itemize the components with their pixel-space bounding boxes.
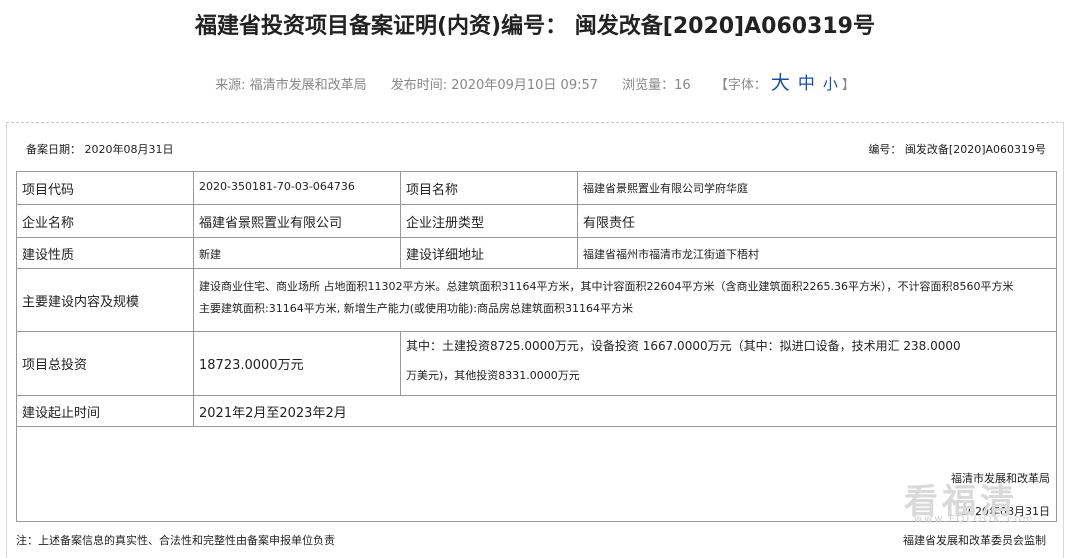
cell-label: 建设起止时间	[16, 395, 194, 427]
table-row: 企业名称 福建省景熙置业有限公司 企业注册类型 有限责任	[16, 204, 1057, 238]
investment-detail-2: 万美元)，其他投资8331.0000万元	[406, 369, 580, 382]
cell-label: 建设性质	[16, 237, 194, 269]
table-row: 建设起止时间 2021年2月至2023年2月	[16, 395, 1057, 427]
cell-value: 福建省景熙置业有限公司学府华庭	[577, 171, 1057, 205]
cell-label: 项目代码	[16, 171, 194, 205]
view-count: 浏览量：16	[622, 78, 691, 93]
font-small-link[interactable]: 小	[823, 75, 838, 93]
cell-value: 2021年2月至2023年2月	[193, 395, 1057, 427]
table-row: 项目代码 2020-350181-70-03-064736 项目名称 福建省景熙…	[16, 171, 1057, 205]
cell-label: 项目名称	[400, 171, 578, 205]
cell-value: 福建省福州市福清市龙江街道下梧村	[577, 237, 1057, 269]
cell-value: 新建	[193, 237, 401, 269]
article-meta: 来源: 福清市发展和改革局 发布时间: 2020年09月10日 09:57 浏览…	[0, 68, 1070, 95]
font-switch-label: 【字体：	[714, 78, 767, 93]
table-row: 建设性质 新建 建设详细地址 福建省福州市福清市龙江街道下梧村	[16, 237, 1057, 269]
page-title: 福建省投资项目备案证明(内资)编号： 闽发改备[2020]A060319号	[195, 14, 875, 39]
scope-line-2: 主要建筑面积:31164平方米, 新增生产能力(或使用功能):商品房总建筑面积3…	[199, 302, 633, 315]
cell-value: 有限责任	[577, 204, 1057, 238]
cell-value: 福建省景熙置业有限公司	[193, 204, 401, 238]
publish-time: 发布时间: 2020年09月10日 09:57	[390, 78, 599, 93]
divider	[6, 122, 1064, 123]
cell-label: 项目总投资	[16, 331, 194, 396]
signature-cell	[16, 426, 1057, 522]
record-date: 备案日期： 2020年08月31日	[26, 143, 174, 156]
cell-value: 18723.0000万元	[193, 331, 401, 396]
watermark-logo: 看福清 www.FQLOOK.com	[904, 474, 1054, 526]
table-row-signature	[16, 426, 1057, 522]
supervisor-text: 福建省发展和改革委员会监制	[903, 534, 1046, 547]
font-big-link[interactable]: 大	[771, 72, 790, 94]
font-size-switcher: 【字体： 大中小】	[714, 72, 855, 94]
cell-label: 主要建设内容及规模	[16, 268, 194, 332]
table-row: 主要建设内容及规模 建设商业住宅、商业场所 占地面积11302平方米。总建筑面积…	[16, 268, 1057, 332]
cell-label: 企业名称	[16, 204, 194, 238]
investment-detail-1: 其中：土建投资8725.0000万元，设备投资 1667.0000万元（其中：拟…	[406, 339, 961, 353]
watermark-url: www.FQLOOK.com	[914, 514, 1035, 525]
record-table: 项目代码 2020-350181-70-03-064736 项目名称 福建省景熙…	[16, 171, 1057, 522]
scope-line-1: 建设商业住宅、商业场所 占地面积11302平方米。总建筑面积31164平方米，其…	[199, 280, 1014, 293]
cell-value: 2020-350181-70-03-064736	[193, 171, 401, 205]
disclaimer-note: 注：上述备案信息的真实性、合法性和完整性由备案申报单位负责	[16, 534, 335, 547]
frame-left	[6, 122, 7, 558]
font-switch-end: 】	[841, 78, 855, 93]
cell-label: 企业注册类型	[400, 204, 578, 238]
frame-right	[1063, 122, 1064, 558]
font-mid-link[interactable]: 中	[798, 74, 815, 94]
record-number: 编号： 闽发改备[2020]A060319号	[868, 143, 1046, 156]
cell-value-investment-detail: 其中：土建投资8725.0000万元，设备投资 1667.0000万元（其中：拟…	[400, 331, 1057, 396]
table-row: 项目总投资 18723.0000万元 其中：土建投资8725.0000万元，设备…	[16, 331, 1057, 396]
source-text: 来源: 福清市发展和改革局	[215, 78, 367, 93]
cell-label: 建设详细地址	[400, 237, 578, 269]
cell-value-scope: 建设商业住宅、商业场所 占地面积11302平方米。总建筑面积31164平方米，其…	[193, 268, 1057, 332]
